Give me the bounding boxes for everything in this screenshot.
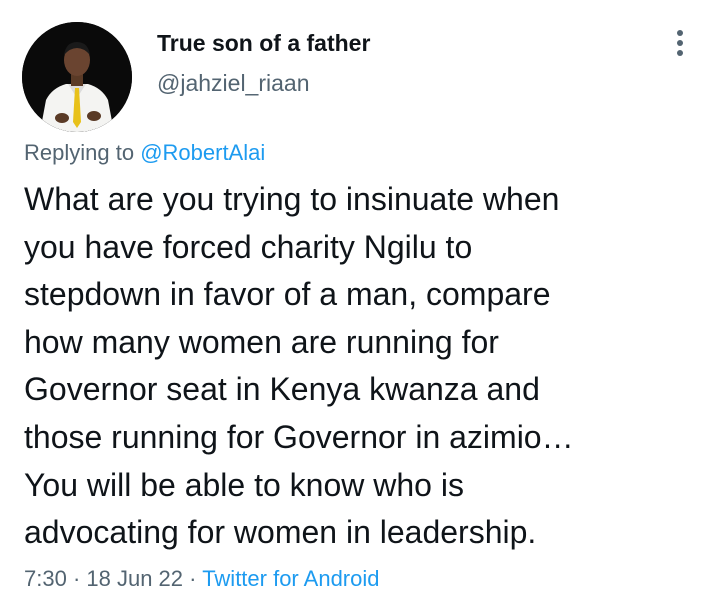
- meta-separator: ·: [183, 566, 203, 591]
- replying-to: Replying to @RobertAlai: [24, 140, 265, 166]
- tweet-line: You will be able to know who is: [24, 466, 464, 503]
- tweet-line: What are you trying to insinuate when: [24, 181, 560, 217]
- tweet-date[interactable]: 18 Jun 22: [86, 566, 183, 591]
- user-handle[interactable]: @jahziel_riaan: [157, 70, 310, 97]
- tweet-line: stepdown in favor of a man, compare: [24, 276, 551, 313]
- tweet-line: you have forced charity Ngilu to: [24, 228, 473, 265]
- tweet-time[interactable]: 7:30: [24, 566, 67, 591]
- tweet-line: how many women are running for: [24, 323, 499, 360]
- reply-mention-link[interactable]: @RobertAlai: [140, 140, 265, 165]
- tweet-line: advocating for women in leadership.: [24, 514, 537, 551]
- tweet-source-link[interactable]: Twitter for Android: [202, 566, 379, 591]
- tweet-meta: 7:30 · 18 Jun 22 · Twitter for Android: [24, 566, 380, 592]
- more-vertical-icon[interactable]: [670, 26, 690, 60]
- replying-prefix: Replying to: [24, 140, 141, 165]
- tweet-line: those running for Governor in azimio…: [24, 418, 574, 455]
- avatar[interactable]: [22, 22, 132, 132]
- avatar-image: [22, 22, 132, 132]
- tweet-line: Governor seat in Kenya kwanza and: [24, 371, 540, 408]
- meta-separator: ·: [66, 566, 87, 591]
- display-name[interactable]: True son of a father: [157, 30, 370, 57]
- tweet-text: What are you trying to insinuate when yo…: [24, 176, 694, 557]
